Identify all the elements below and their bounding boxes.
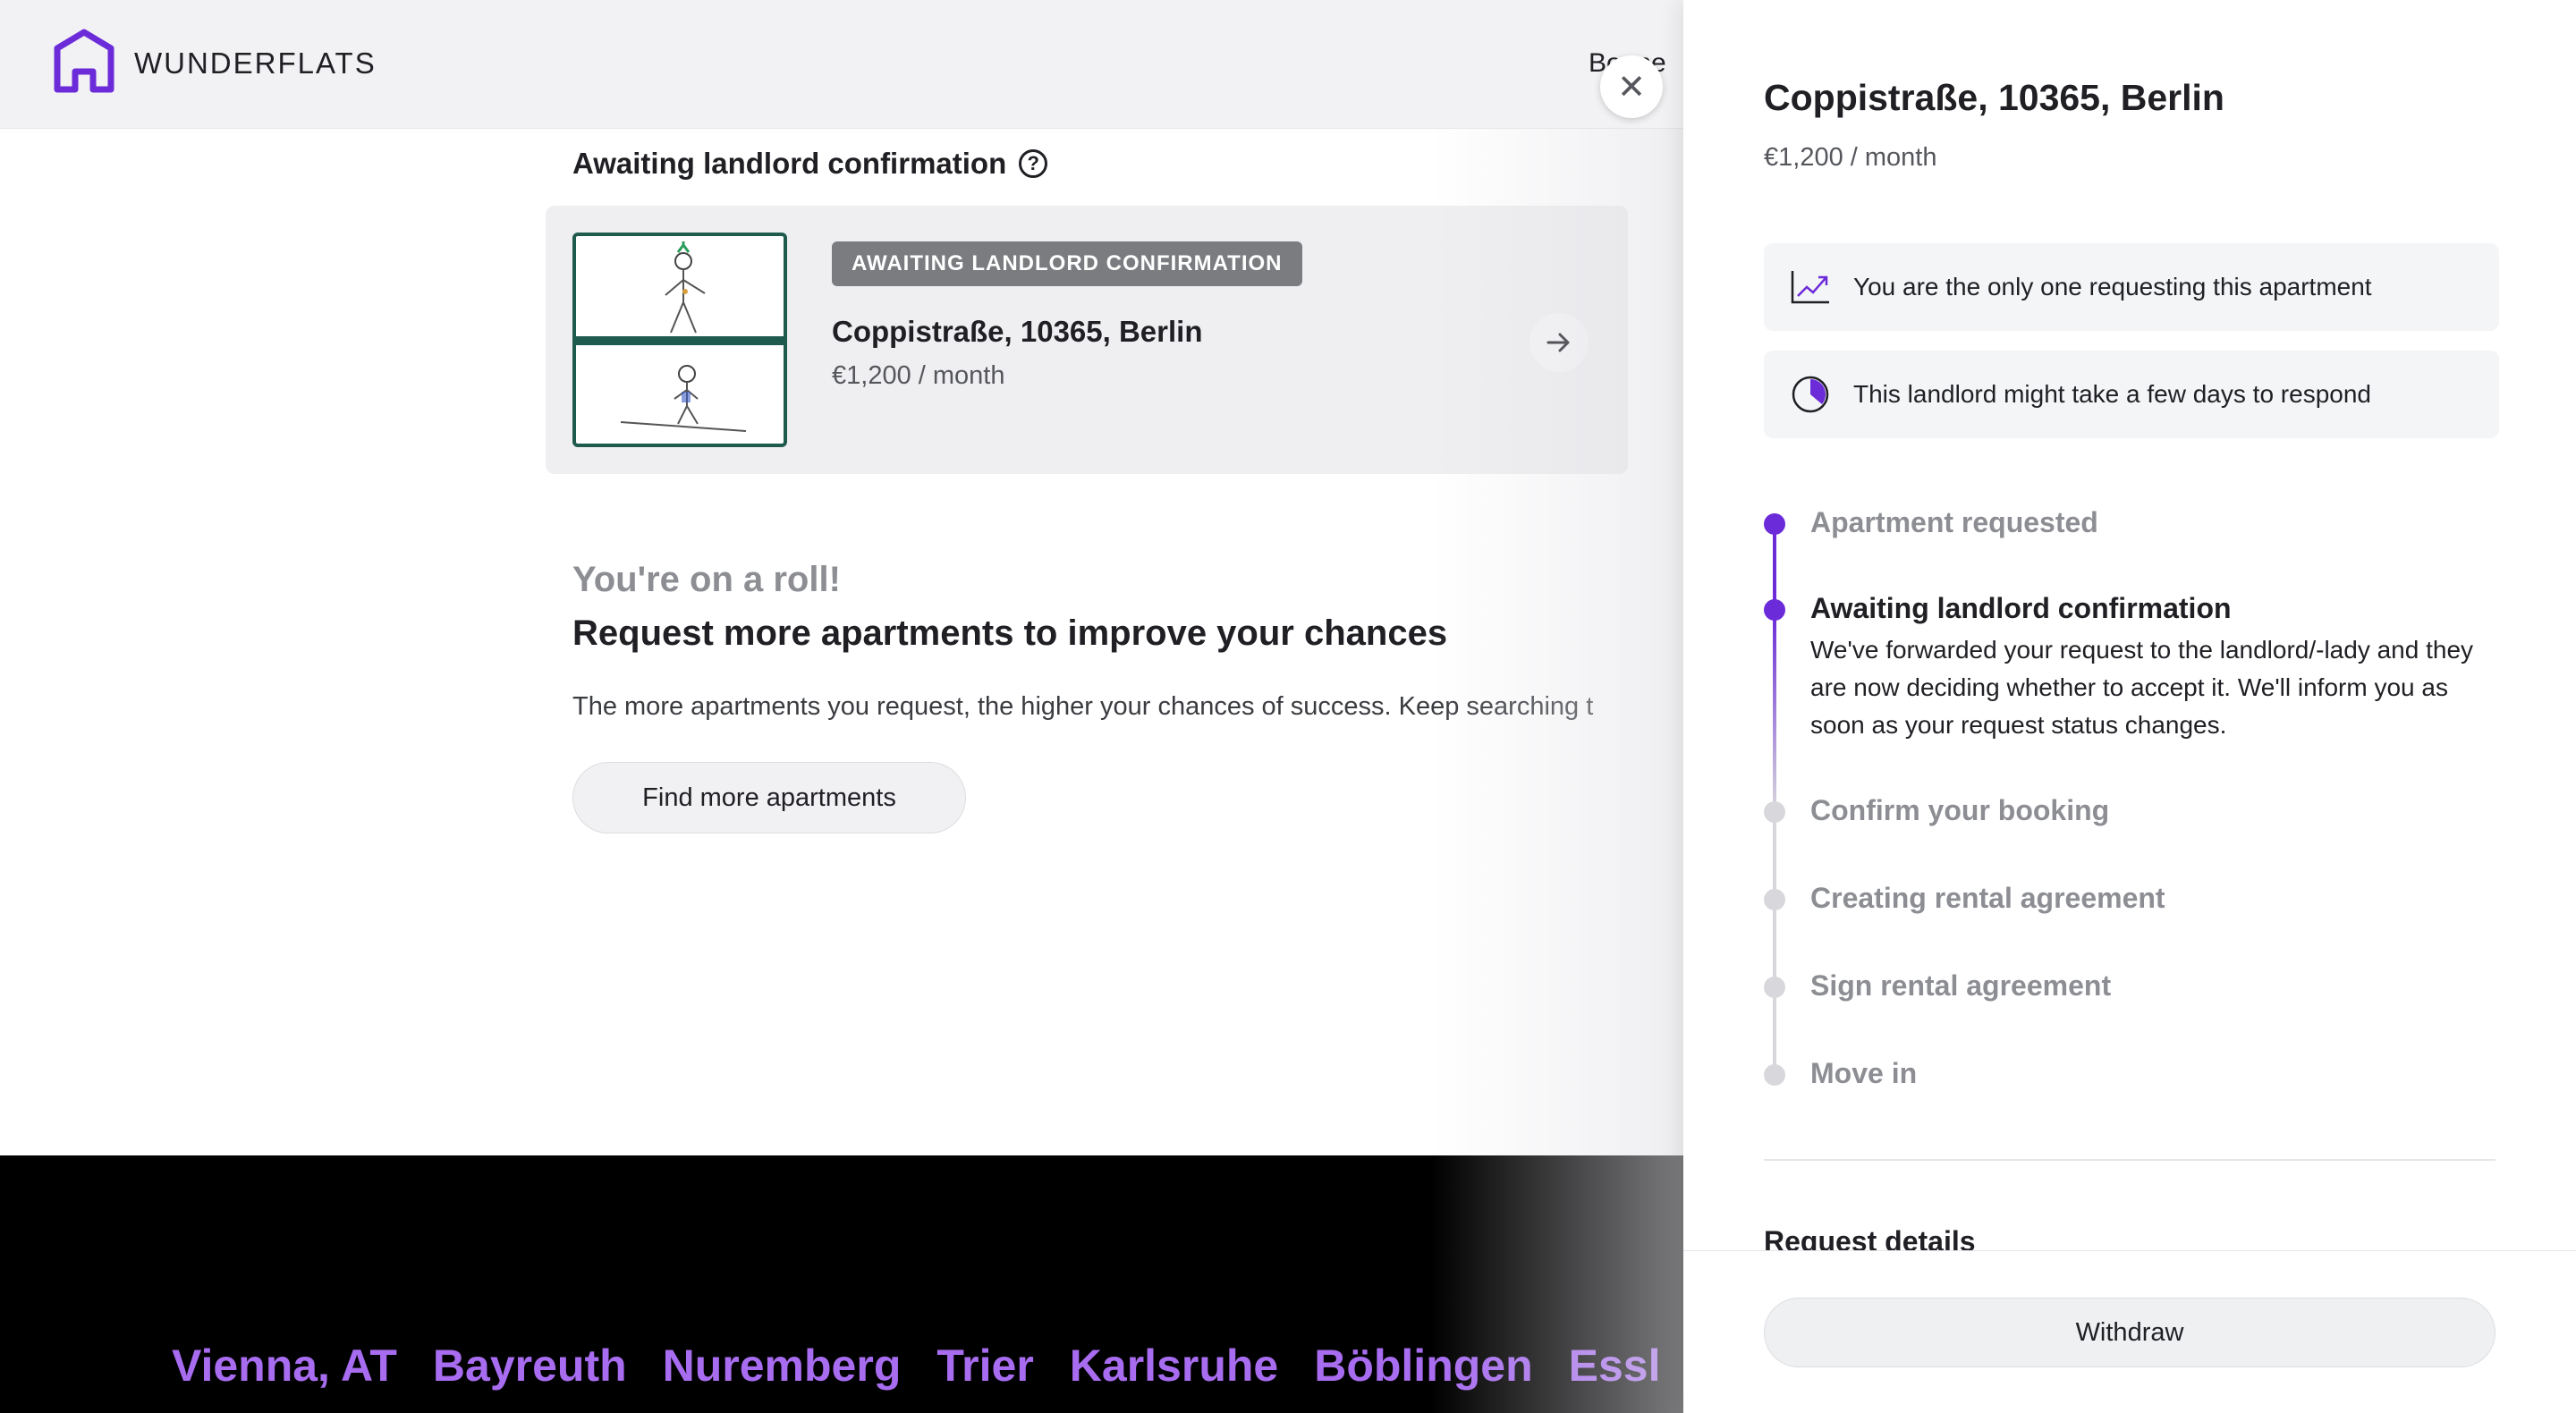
trend-chart-icon	[1784, 260, 1837, 314]
clock-icon	[1784, 368, 1837, 421]
city-link[interactable]: Karlsruhe	[1070, 1340, 1278, 1392]
timeline-line-current	[1773, 613, 1776, 812]
brand-name[interactable]: WUNDERFLATS	[134, 47, 377, 80]
timeline-dot-pending	[1764, 977, 1785, 998]
timeline-step-label: Apartment requested	[1810, 506, 2098, 538]
section-title: Awaiting landlord confirmation ?	[572, 147, 1048, 181]
drawer-footer: Withdraw	[1683, 1250, 2576, 1413]
city-link[interactable]: Trier	[936, 1340, 1033, 1392]
drawing-figure-bottom-icon	[620, 365, 747, 432]
card-address: Coppistraße, 10365, Berlin	[832, 315, 1203, 348]
wunderflats-logo-icon[interactable]	[52, 27, 116, 95]
roll-description: The more apartments you request, the hig…	[572, 692, 1594, 721]
timeline-step-label: Confirm your booking	[1810, 794, 2110, 826]
thumbnail-divider	[576, 336, 784, 345]
close-icon: ✕	[1617, 68, 1646, 106]
timeline-step-label: Move in	[1810, 1057, 1918, 1089]
timeline-dot-pending	[1764, 801, 1785, 823]
card-price: €1,200 / month	[832, 361, 1005, 390]
card-arrow-button[interactable]	[1530, 313, 1589, 372]
timeline-dot-current	[1764, 599, 1785, 621]
timeline-step-label: Creating rental agreement	[1810, 882, 2165, 914]
apartment-thumbnail	[572, 233, 787, 447]
city-link[interactable]: Essl	[1569, 1340, 1661, 1392]
roll-subtitle: Request more apartments to improve your …	[572, 613, 1448, 653]
arrow-right-icon	[1546, 333, 1570, 352]
city-link[interactable]: Bayreuth	[433, 1340, 627, 1392]
status-badge: AWAITING LANDLORD CONFIRMATION	[832, 241, 1302, 286]
timeline-dot-done	[1764, 513, 1785, 535]
close-drawer-button[interactable]: ✕	[1600, 55, 1663, 118]
city-list: Vienna, AT Bayreuth Nuremberg Trier Karl…	[172, 1340, 1661, 1392]
roll-title: You're on a roll!	[572, 560, 841, 599]
help-icon[interactable]: ?	[1019, 149, 1048, 178]
drawing-figure-top-icon	[665, 241, 706, 334]
info-text-response: This landlord might take a few days to r…	[1853, 380, 2371, 408]
apartment-card[interactable]: AWAITING LANDLORD CONFIRMATION Coppistra…	[546, 206, 1628, 474]
drawer-title: Coppistraße, 10365, Berlin	[1764, 77, 2224, 118]
city-link[interactable]: Böblingen	[1314, 1340, 1532, 1392]
timeline-step-label: Sign rental agreement	[1810, 969, 2112, 1002]
drawer-price: €1,200 / month	[1764, 143, 1937, 172]
drawer-divider	[1764, 1159, 2496, 1161]
request-detail-drawer: Coppistraße, 10365, Berlin €1,200 / mont…	[1683, 0, 2576, 1413]
city-link[interactable]: Nuremberg	[663, 1340, 902, 1392]
timeline-line-pending	[1773, 812, 1776, 1075]
timeline-step-description: We've forwarded your request to the land…	[1810, 636, 2474, 739]
withdraw-button[interactable]: Withdraw	[1764, 1298, 2496, 1367]
timeline-dot-pending	[1764, 1064, 1785, 1086]
page: WUNDERFLATS Bo me Awaiting landlord conf…	[0, 0, 2576, 1413]
timeline-step-label-current: Awaiting landlord confirmation	[1810, 592, 2232, 624]
section-title-text: Awaiting landlord confirmation	[572, 147, 1007, 180]
info-text-demand: You are the only one requesting this apa…	[1853, 273, 2372, 300]
city-link[interactable]: Vienna, AT	[172, 1340, 397, 1392]
timeline-dot-pending	[1764, 889, 1785, 910]
info-box-response: This landlord might take a few days to r…	[1764, 351, 2499, 438]
find-more-apartments-button[interactable]: Find more apartments	[572, 762, 966, 833]
info-box-demand: You are the only one requesting this apa…	[1764, 243, 2499, 331]
